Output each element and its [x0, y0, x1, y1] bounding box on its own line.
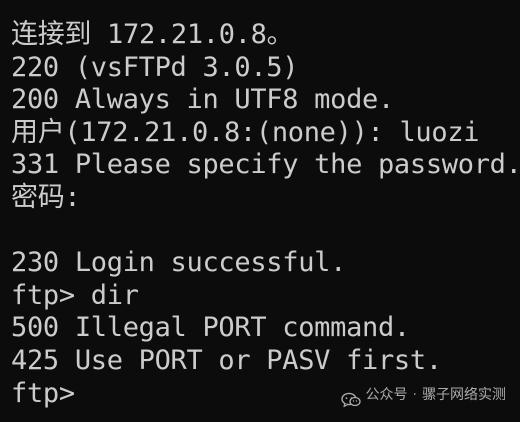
- terminal-line: 连接到 172.21.0.8。: [11, 19, 294, 50]
- terminal-line: 331 Please specify the password.: [11, 149, 520, 181]
- terminal-line: 密码:: [11, 181, 81, 213]
- watermark-name: 骡子网络实测: [422, 387, 506, 404]
- terminal-window[interactable]: 连接到 172.21.0.8。 220 (vsFTPd 3.0.5) 200 A…: [0, 0, 520, 422]
- terminal-line: 200 Always in UTF8 mode.: [11, 84, 394, 116]
- terminal-line: 425 Use PORT or PASV first.: [11, 344, 442, 376]
- wechat-icon: [340, 388, 361, 407]
- watermark: 公众号 · 骡子网络实测: [340, 379, 506, 412]
- terminal-line: 500 Illegal PORT command.: [11, 312, 410, 344]
- terminal-line: 220 (vsFTPd 3.0.5): [11, 51, 299, 83]
- watermark-separator: ·: [412, 387, 417, 404]
- terminal-line: ftp> dir: [11, 279, 139, 311]
- terminal-line: 230 Login successful.: [11, 247, 347, 279]
- terminal-line: 用户(172.21.0.8:(none)): luozi: [11, 116, 480, 148]
- watermark-prefix: 公众号: [365, 387, 408, 404]
